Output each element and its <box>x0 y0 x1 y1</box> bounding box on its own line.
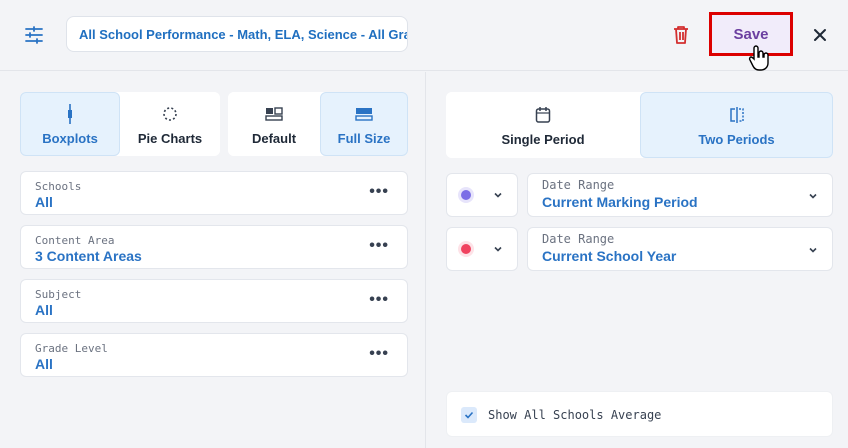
two-periods-label: Two Periods <box>698 131 775 147</box>
pie-charts-button[interactable]: Pie Charts <box>120 92 220 156</box>
pie-chart-icon <box>163 106 177 121</box>
report-title-value: All School Performance - Math, ELA, Scie… <box>79 26 408 42</box>
show-average-row: Show All Schools Average <box>446 391 833 437</box>
purple-dot-icon <box>461 190 471 200</box>
boxplots-label: Boxplots <box>42 130 98 146</box>
save-button-label: Save <box>733 25 769 43</box>
show-average-label: Show All Schools Average <box>488 408 662 422</box>
schools-filter[interactable]: Schools All ••• <box>20 171 408 215</box>
more-options-icon[interactable]: ••• <box>369 237 389 255</box>
date-range-2-label: Date Range <box>542 232 615 246</box>
chart-type-toggle: Boxplots Pie Charts <box>20 92 220 156</box>
two-periods-button[interactable]: Two Periods <box>640 92 833 158</box>
full-size-layout-icon <box>355 107 373 121</box>
date-range-1-label: Date Range <box>542 178 615 192</box>
chevron-down-icon <box>809 193 817 199</box>
trash-icon[interactable] <box>672 25 690 45</box>
calendar-icon <box>535 106 551 123</box>
single-period-label: Single Period <box>501 131 585 147</box>
more-options-icon[interactable]: ••• <box>369 183 389 201</box>
show-average-checkbox[interactable] <box>461 407 477 423</box>
close-icon[interactable] <box>812 27 828 43</box>
report-title-input[interactable]: All School Performance - Math, ELA, Scie… <box>66 16 408 52</box>
more-options-icon[interactable]: ••• <box>369 345 389 363</box>
boxplots-button[interactable]: Boxplots <box>20 92 120 156</box>
size-mode-toggle: Default Full Size <box>228 92 408 156</box>
chevron-down-icon <box>494 192 502 198</box>
subject-filter-label: Subject <box>35 288 82 301</box>
more-options-icon[interactable]: ••• <box>369 291 389 309</box>
red-dot-icon <box>461 244 471 254</box>
grade-level-filter-label: Grade Level <box>35 342 108 355</box>
date-range-2-value: Current School Year <box>542 248 677 264</box>
boxplot-icon <box>68 103 72 124</box>
pie-charts-label: Pie Charts <box>137 130 203 146</box>
default-size-button[interactable]: Default <box>228 92 320 156</box>
full-size-label: Full Size <box>337 130 391 146</box>
content-area-filter-value: 3 Content Areas <box>35 248 142 264</box>
period-1-color-select[interactable] <box>446 173 518 217</box>
content-area-filter[interactable]: Content Area 3 Content Areas ••• <box>20 225 408 269</box>
content-area-filter-label: Content Area <box>35 234 115 247</box>
period-toggle: Single Period Two Periods <box>446 92 833 158</box>
default-size-label: Default <box>251 130 297 146</box>
compare-icon <box>729 106 744 123</box>
chevron-down-icon <box>809 247 817 253</box>
subject-filter[interactable]: Subject All ••• <box>20 279 408 323</box>
hand-cursor-icon <box>748 45 769 71</box>
date-range-2-select[interactable]: Date Range Current School Year <box>527 227 833 271</box>
default-layout-icon <box>265 106 283 121</box>
single-period-button[interactable]: Single Period <box>446 92 640 158</box>
chevron-down-icon <box>494 246 502 252</box>
full-size-button[interactable]: Full Size <box>320 92 408 156</box>
filter-icon[interactable] <box>24 26 44 44</box>
date-range-1-select[interactable]: Date Range Current Marking Period <box>527 173 833 217</box>
schools-filter-label: Schools <box>35 180 82 193</box>
subject-filter-value: All <box>35 302 53 318</box>
grade-level-filter[interactable]: Grade Level All ••• <box>20 333 408 377</box>
period-2-color-select[interactable] <box>446 227 518 271</box>
header-bar: All School Performance - Math, ELA, Scie… <box>0 0 848 71</box>
schools-filter-value: All <box>35 194 53 210</box>
checkmark-icon <box>464 411 474 419</box>
date-range-1-value: Current Marking Period <box>542 194 698 210</box>
grade-level-filter-value: All <box>35 356 53 372</box>
